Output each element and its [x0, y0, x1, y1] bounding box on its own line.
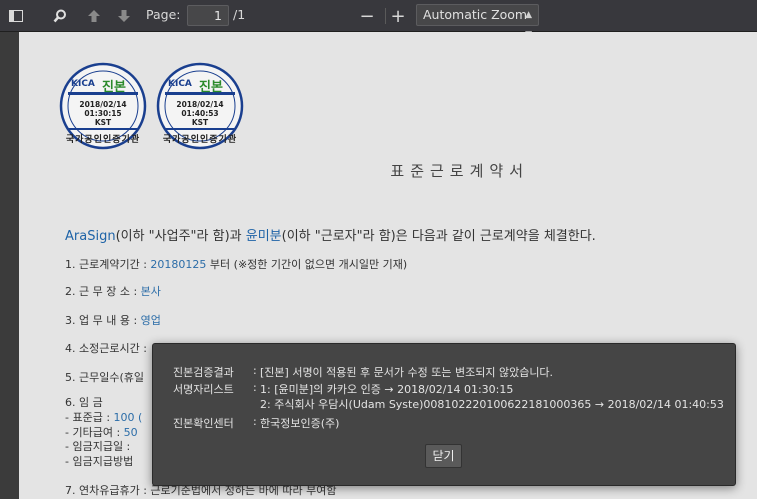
contract-line: 1. 근로계약기간 : 20180125 부터 (※정한 기간이 없으면 개시일… — [65, 258, 408, 271]
seal-date: 2018/02/14 — [79, 100, 127, 109]
seal-title: 진본 — [199, 80, 223, 95]
sidebar-toggle-icon[interactable] — [4, 5, 28, 27]
seal-title: 진본 — [102, 80, 126, 95]
dialog-value: 2: 주식회사 우담시(Udam Syste)00810222010062218… — [260, 398, 724, 411]
dialog-label: 진본검증결과 — [173, 366, 234, 379]
dialog-colon: : — [253, 364, 257, 377]
contract-line: 4. 소정근로시간 : — [65, 342, 147, 355]
dialog-value: 1: [윤미분]의 카카오 인증 → 2018/02/14 01:30:15 — [260, 383, 514, 396]
page-number-input[interactable]: 1 — [187, 5, 229, 26]
verification-dialog: 진본검증결과 : [진본] 서명이 적용된 후 문서가 수정 또는 변조되지 않… — [152, 343, 736, 486]
sidebar-collapsed — [0, 32, 19, 499]
employer-name: AraSign — [65, 229, 116, 244]
seal-time: 01:30:15 — [84, 109, 122, 118]
intro-text-2: (이하 "근로자"라 함)은 다음과 같이 근로계약을 체결한다. — [281, 229, 596, 244]
dialog-value: [진본] 서명이 적용된 후 문서가 수정 또는 변조되지 않았습니다. — [260, 366, 554, 379]
seal-time: 01:40:53 — [181, 109, 219, 118]
zoom-in-button[interactable]: + — [386, 5, 410, 27]
employee-name: 윤미분 — [245, 229, 282, 244]
dialog-colon: : — [253, 415, 257, 428]
close-button[interactable]: 닫기 — [425, 444, 462, 468]
dialog-label: 진본확인센터 — [173, 417, 234, 430]
seal-ring-text: 국가공인인증기관 — [65, 135, 141, 145]
contract-line: 2. 근 무 장 소 : 본사 — [65, 285, 161, 298]
zoom-select[interactable]: Automatic Zoom ▲▼ — [416, 4, 539, 40]
seal-ring-text: 국가공인인증기관 — [162, 135, 238, 145]
intro-paragraph: AraSign(이하 "사업주"라 함)과 윤미분(이하 "근로자"라 함)은 … — [65, 225, 596, 244]
dialog-colon: : — [253, 381, 257, 394]
seal-org: KICA — [71, 79, 95, 89]
contract-line: 6. 임 금 — [65, 396, 103, 409]
page-total: /1 — [233, 7, 246, 22]
seal-tz: KST — [94, 118, 112, 127]
page-label: Page: — [146, 7, 181, 22]
contract-line: 5. 근무일수(휴일 — [65, 371, 145, 384]
dialog-label: 서명자리스트 — [173, 383, 234, 396]
intro-text-1: (이하 "사업주"라 함)과 — [115, 229, 246, 244]
seal-tz: KST — [191, 118, 209, 127]
authentication-seal-1: KICA 진본 2018/02/14 01:30:15 KST 국가공인인증기관 — [59, 62, 147, 150]
seal-date: 2018/02/14 — [176, 100, 224, 109]
dialog-value: 한국정보인증(주) — [260, 417, 340, 430]
contract-line: 3. 업 무 내 용 : 영업 — [65, 314, 161, 327]
contract-line: - 임금지급일 : — [65, 440, 131, 453]
next-page-icon[interactable] — [112, 5, 136, 27]
authentication-seal-2: KICA 진본 2018/02/14 01:40:53 KST 국가공인인증기관 — [156, 62, 244, 150]
pdf-toolbar: Page: 1 /1 − + Automatic Zoom ▲▼ — [0, 0, 757, 40]
previous-page-icon[interactable] — [82, 5, 106, 27]
zoom-out-button[interactable]: − — [355, 5, 379, 27]
seal-org: KICA — [168, 79, 192, 89]
zoom-select-value: Automatic Zoom — [423, 7, 528, 22]
search-icon[interactable] — [48, 5, 72, 27]
contract-line: - 임금지급방법 — [65, 455, 134, 468]
contract-line: - 표준급 : 100 ( — [65, 411, 143, 424]
document-title: 표준근로계약서 — [390, 162, 529, 180]
